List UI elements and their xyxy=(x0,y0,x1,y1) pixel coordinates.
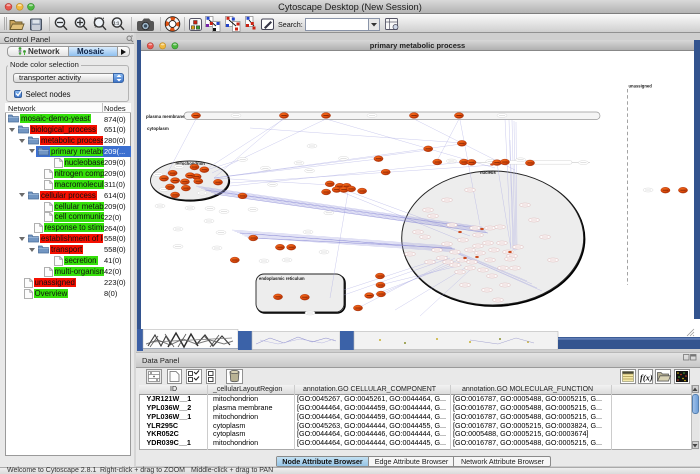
svg-text:1:1: 1:1 xyxy=(113,21,120,26)
svg-text:f(x): f(x) xyxy=(640,373,653,383)
svg-text:unassigned: unassigned xyxy=(629,84,653,89)
svg-text:nucleus: nucleus xyxy=(480,170,496,175)
svg-text:plasma membrane: plasma membrane xyxy=(146,114,185,119)
svg-text:endoplasmic reticulum: endoplasmic reticulum xyxy=(259,276,305,281)
svg-text:cytoplasm: cytoplasm xyxy=(147,126,169,131)
svg-text:Search:: Search: xyxy=(278,20,303,29)
